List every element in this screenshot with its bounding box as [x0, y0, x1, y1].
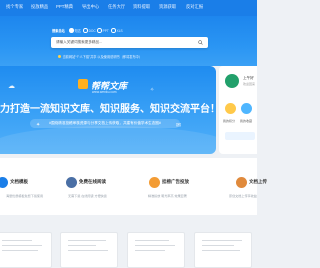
notice-icon	[58, 55, 61, 59]
banner-wave	[0, 126, 216, 154]
text-line	[135, 250, 165, 251]
logo-url: www.wenku.com	[92, 90, 117, 94]
text-line	[135, 240, 169, 241]
feature-title[interactable]: 挂榜广告投放	[162, 179, 189, 185]
panel-button[interactable]	[225, 132, 255, 140]
upload-icon	[236, 177, 247, 188]
sparkle-icon: ✧	[150, 87, 155, 93]
search-tab[interactable]: 搜索总站	[52, 28, 65, 33]
text-line	[202, 250, 240, 251]
nav-item[interactable]: 反对汇报	[186, 4, 203, 10]
nav-item[interactable]: 找个专家	[6, 4, 23, 10]
feature-desc: 无需下载 在线阅读 方便快捷	[68, 194, 107, 198]
nav-item[interactable]: 资源获取	[159, 4, 176, 10]
nav-item[interactable]: 任务大厅	[108, 4, 125, 10]
text-line	[68, 240, 106, 241]
notice-text[interactable]: 当前网站“个人下载”共享 以及使用说明书（即将发布中）	[58, 54, 142, 59]
text-line	[135, 245, 175, 246]
radio-icon	[69, 28, 74, 33]
text-line	[68, 250, 108, 251]
search-placeholder: 请输入关键词搜索更多精品...	[56, 40, 103, 45]
text-line	[2, 250, 38, 251]
points-label: 我的积分	[223, 119, 236, 123]
radio-icon	[97, 28, 102, 33]
nav-item[interactable]: 导出中心	[82, 4, 99, 10]
banner-subline: #围绕精准投稿审核资源与分享文档上传获取，共建有价值学术生态圈#	[30, 119, 180, 128]
feature-title[interactable]: 文档上传	[249, 179, 267, 185]
radio-icon	[83, 28, 88, 33]
favorite-icon[interactable]	[241, 103, 252, 114]
greeting-title: 上午好	[243, 76, 254, 80]
search-tab[interactable]: XLS	[111, 28, 123, 33]
favorite-label: 我的收藏	[240, 119, 253, 123]
feature-desc: 海量优质模板免费下载使用	[6, 194, 44, 198]
feature-desc: 原创文档上传享收益	[229, 194, 257, 198]
avatar[interactable]	[225, 74, 239, 88]
text-line	[2, 240, 32, 241]
search-icon[interactable]	[198, 39, 203, 45]
radio-icon	[111, 28, 116, 33]
text-line	[202, 245, 234, 246]
nav-item[interactable]: PPT精典	[56, 4, 73, 10]
cloud-icon: ☁	[8, 83, 15, 90]
nav-item[interactable]: 投放精品	[31, 4, 48, 10]
nav-item[interactable]: 资料提取	[133, 4, 150, 10]
document-card[interactable]	[0, 232, 52, 268]
banner-slogan: 力打造一流知识文库、知识服务、知识交流平台！	[0, 104, 220, 115]
feature-title[interactable]: 文档模板	[10, 179, 28, 185]
feature-strip	[0, 158, 257, 215]
clipboard-icon	[66, 177, 77, 188]
search-tab[interactable]: 知达	[69, 28, 81, 33]
document-card[interactable]	[194, 232, 252, 268]
feature-title[interactable]: 免费在线阅读	[79, 179, 106, 185]
document-card[interactable]	[127, 232, 185, 268]
text-line	[68, 245, 96, 246]
user-panel: 上午好 欢迎回来 我的积分 我的收藏	[219, 66, 257, 154]
points-icon[interactable]	[225, 103, 236, 114]
feature-desc: 精准投放 曝光率高 效果显著	[148, 194, 187, 198]
text-line	[202, 240, 242, 241]
document-card[interactable]	[60, 232, 118, 268]
top-nav-bar: 找个专家 投放精品 PPT精典 导出中心 任务大厅 资料提取 资源获取 反对汇报	[0, 0, 257, 16]
greeting-subtitle: 欢迎回来	[243, 82, 256, 86]
search-tab[interactable]: DOC	[83, 28, 96, 33]
logo-icon	[78, 79, 88, 89]
search-tab[interactable]: PPT	[97, 28, 109, 33]
text-line	[2, 245, 42, 246]
megaphone-icon	[149, 177, 160, 188]
search-input[interactable]: 请输入关键词搜索更多精品...	[51, 37, 208, 48]
